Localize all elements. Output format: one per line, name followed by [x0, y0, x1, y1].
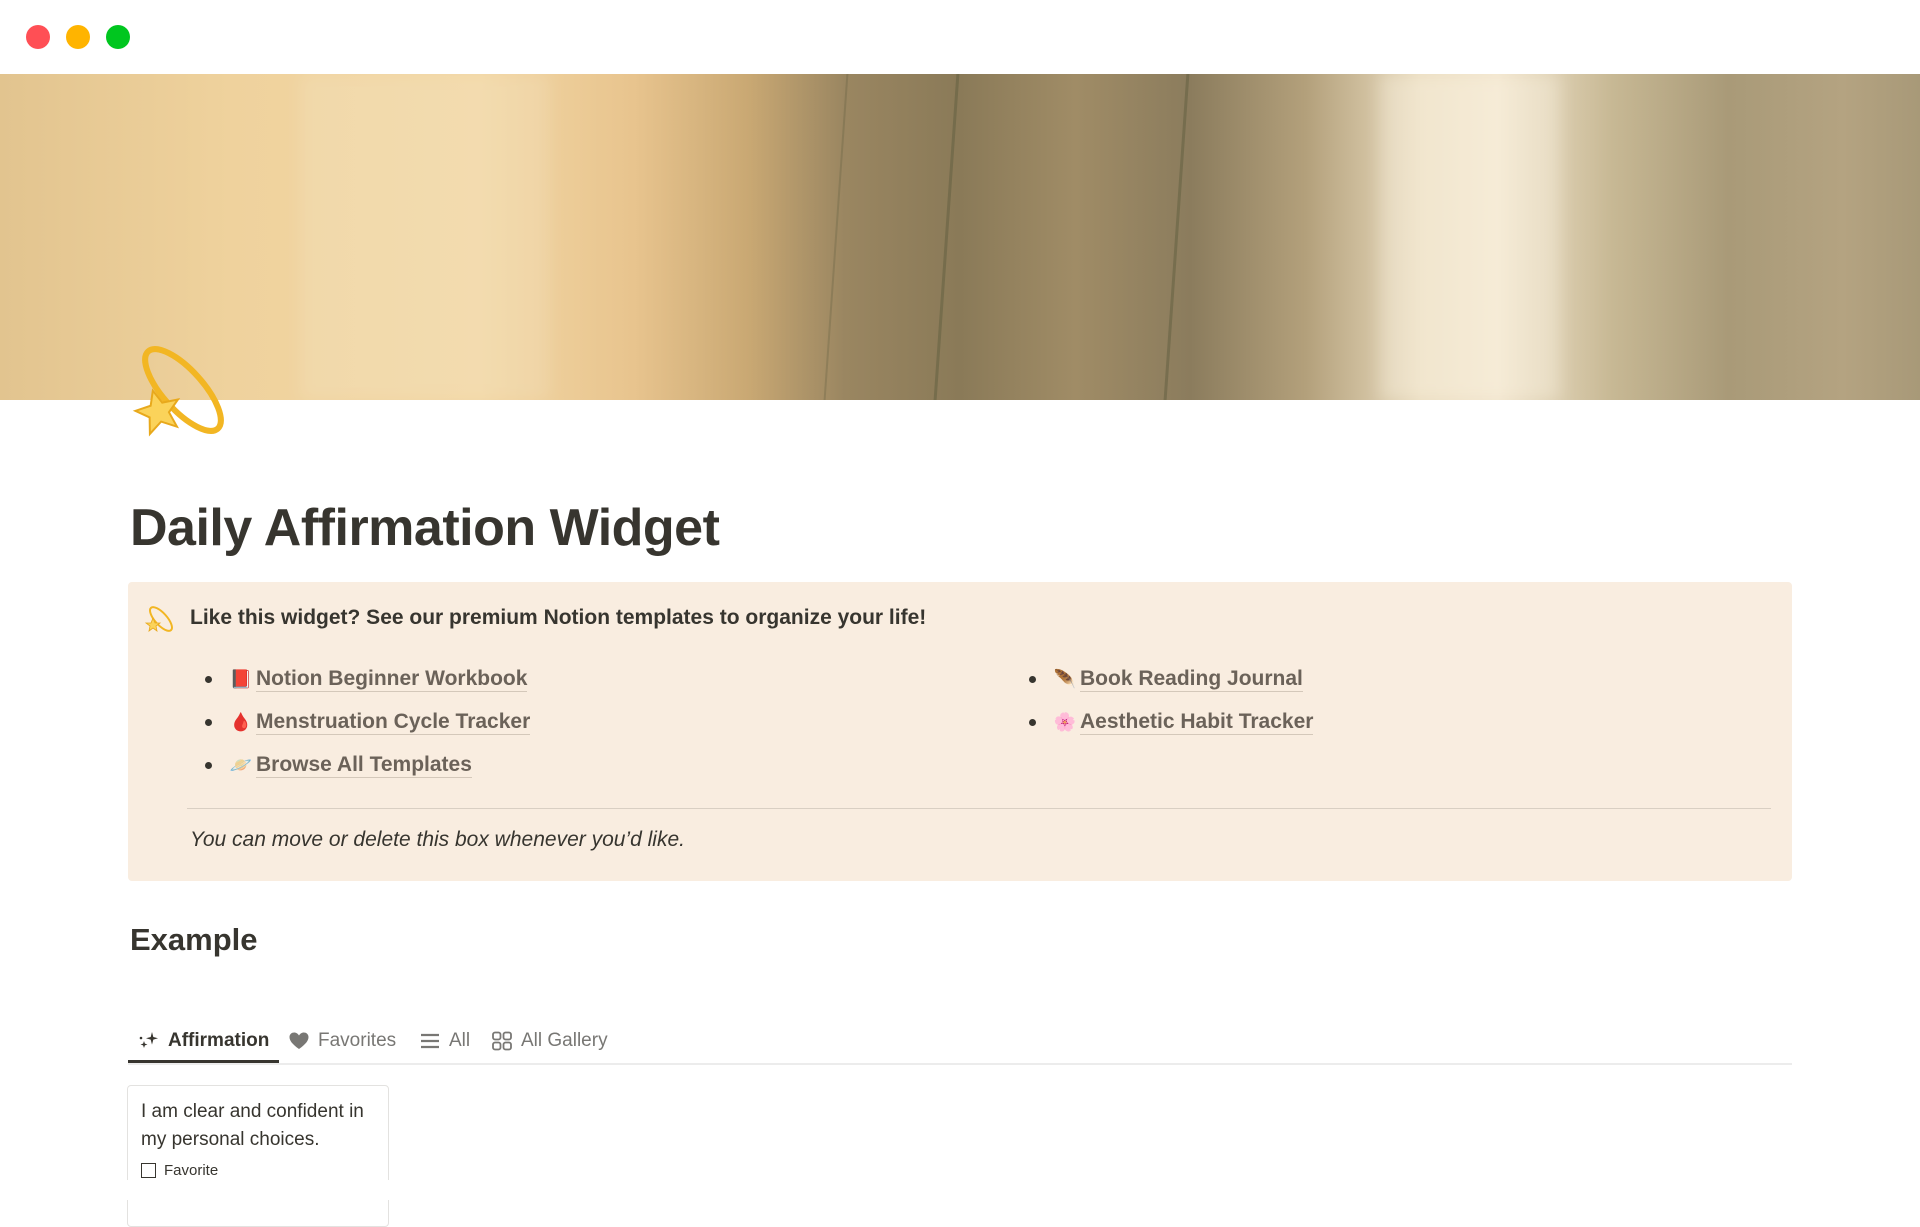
list-item: 🪶 Book Reading Journal [1022, 658, 1313, 701]
links-left-column: 📕 Notion Beginner Workbook 🩸 Menstruatio… [198, 658, 531, 787]
ringed-planet-icon: 🪐 [229, 755, 253, 775]
favorite-property: Favorite [141, 1162, 218, 1179]
blood-drop-icon: 🩸 [229, 712, 253, 732]
maximize-window-button[interactable] [106, 25, 130, 49]
bullet-dot [205, 762, 212, 769]
favorite-checkbox[interactable] [141, 1163, 156, 1178]
callout-header: Like this widget? See our premium Notion… [190, 606, 927, 629]
links-right-column: 🪶 Book Reading Journal 🌸 Aesthetic Habit… [1022, 658, 1314, 744]
feather-icon: 🪶 [1053, 669, 1077, 689]
affirmation-text: I am clear and confident in my personal … [141, 1101, 364, 1150]
link-aesthetic-habit-tracker[interactable]: Aesthetic Habit Tracker [1080, 710, 1314, 735]
gallery-icon [491, 1030, 513, 1052]
tab-label: Favorites [318, 1029, 397, 1051]
tab-favorites[interactable]: Favorites [288, 1020, 396, 1061]
sparkles-icon [138, 1030, 160, 1052]
window-titlebar [0, 0, 1920, 74]
link-browse-all-templates[interactable]: Browse All Templates [256, 753, 472, 778]
tab-label: All [449, 1029, 471, 1051]
affirmation-card[interactable]: I am clear and confident in my personal … [127, 1085, 389, 1227]
list-item: 🌸 Aesthetic Habit Tracker [1022, 701, 1314, 744]
bullet-dot [205, 719, 212, 726]
list-item: 📕 Notion Beginner Workbook [198, 658, 530, 701]
tab-label: Affirmation [168, 1029, 270, 1051]
bullet-dot [1029, 719, 1036, 726]
link-book-reading-journal[interactable]: Book Reading Journal [1080, 667, 1303, 692]
viewport-bottom [0, 1180, 1920, 1200]
tab-label: All Gallery [521, 1029, 608, 1051]
callout-divider [187, 808, 1771, 809]
view-tabs: Affirmation Favorites All All Gallery [128, 1020, 1792, 1065]
tab-affirmation[interactable]: Affirmation [128, 1020, 280, 1063]
bullet-dot [205, 676, 212, 683]
heart-icon [288, 1030, 310, 1052]
minimize-window-button[interactable] [66, 25, 90, 49]
list-item: 🩸 Menstruation Cycle Tracker [198, 701, 531, 744]
list-icon [419, 1030, 441, 1052]
tab-all[interactable]: All [419, 1020, 470, 1061]
list-item: 🪐 Browse All Templates [198, 744, 530, 787]
promo-callout: Like this widget? See our premium Notion… [128, 582, 1792, 881]
page-icon-dizzy-star[interactable] [128, 340, 238, 450]
page-title[interactable]: Daily Affirmation Widget [130, 498, 720, 558]
red-book-icon: 📕 [229, 669, 253, 689]
favorite-label: Favorite [164, 1162, 219, 1179]
close-window-button[interactable] [26, 25, 50, 49]
link-menstruation-cycle-tracker[interactable]: Menstruation Cycle Tracker [256, 710, 531, 735]
section-heading-example: Example [130, 922, 258, 957]
page-cover-image[interactable] [0, 74, 1920, 400]
dizzy-star-icon[interactable] [144, 604, 176, 636]
bullet-dot [1029, 676, 1036, 683]
callout-note: You can move or delete this box whenever… [190, 828, 685, 851]
cherry-blossom-icon: 🌸 [1053, 712, 1077, 732]
tab-all-gallery[interactable]: All Gallery [491, 1020, 608, 1061]
link-notion-beginner-workbook[interactable]: Notion Beginner Workbook [256, 667, 528, 692]
